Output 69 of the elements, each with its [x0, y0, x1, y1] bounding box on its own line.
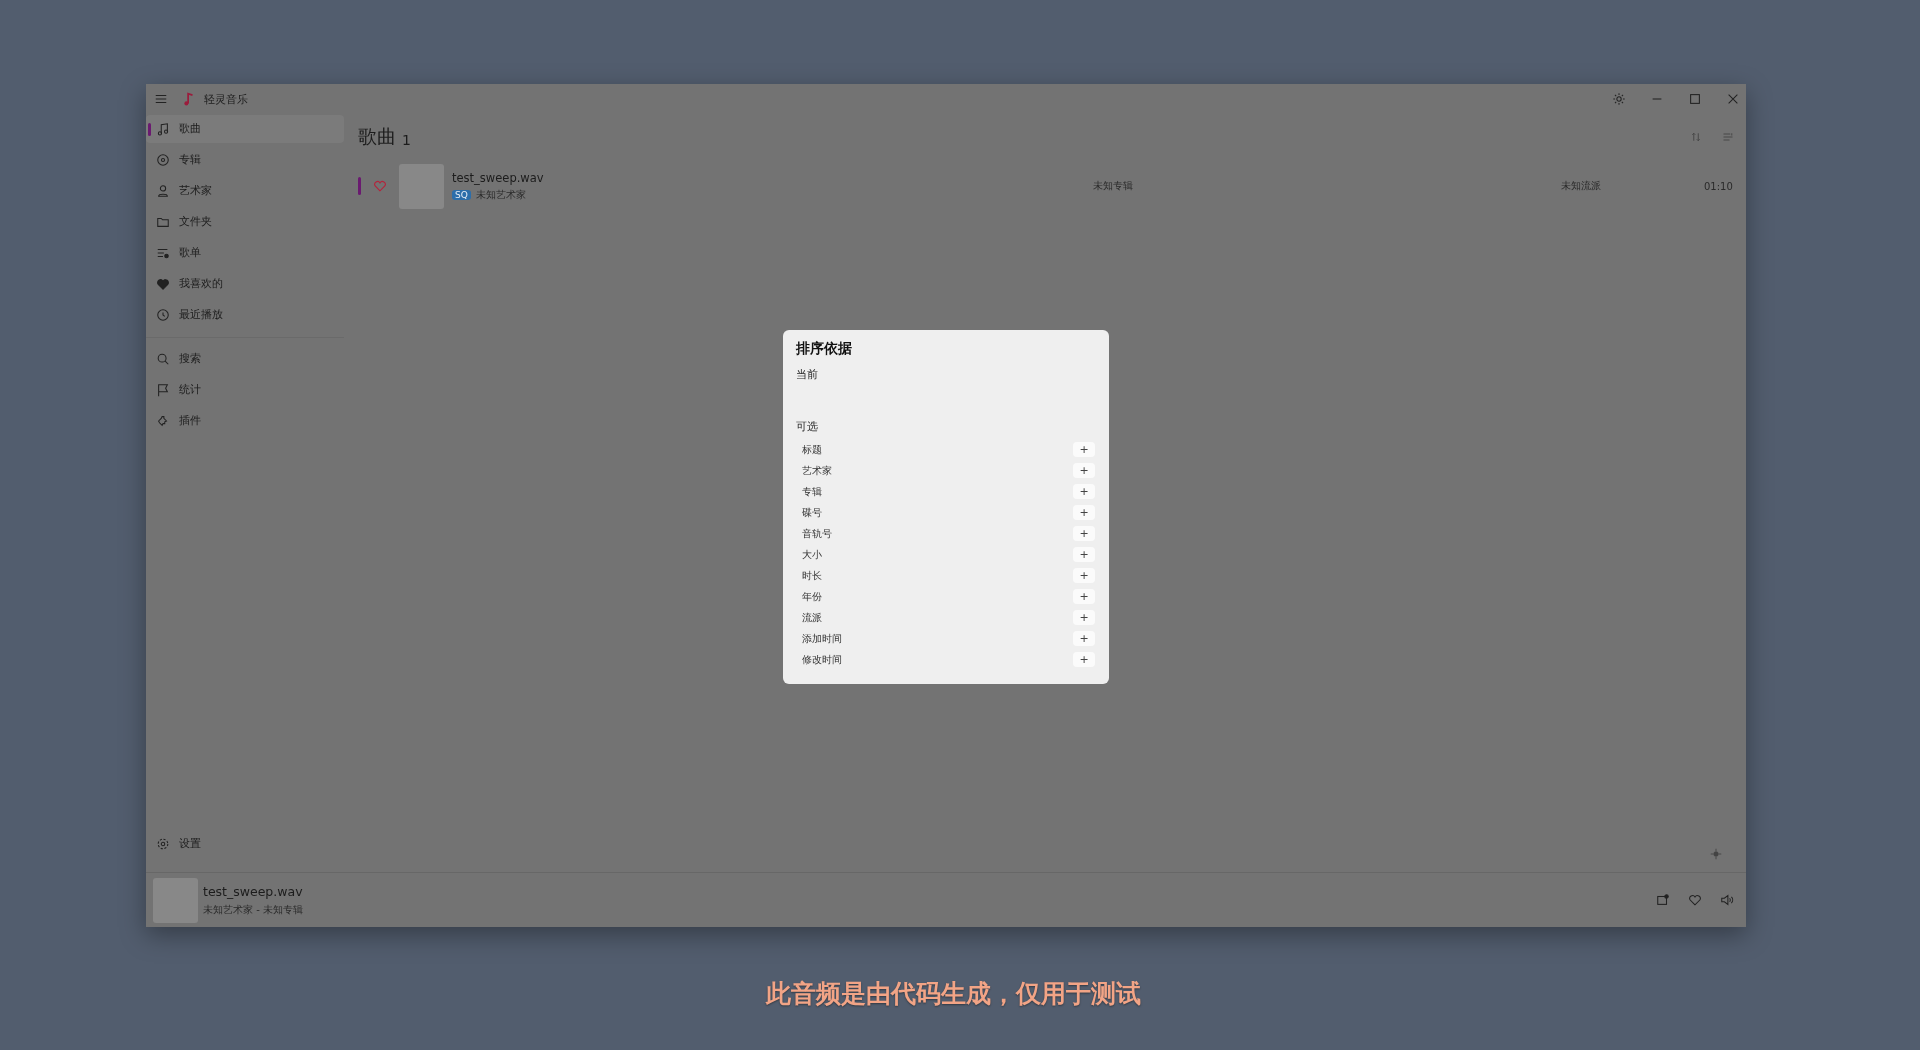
track-title: test_sweep.wav: [203, 883, 303, 899]
maximize-icon[interactable]: [1688, 92, 1702, 106]
song-row[interactable]: test_sweep.wav SQ 未知艺术家 未知专辑 未知流派 01:10: [358, 162, 1734, 210]
subtitle-caption: 此音频是由代码生成，仅用于测试: [766, 978, 1142, 1010]
search-icon: [156, 352, 170, 366]
add-button[interactable]: +: [1073, 463, 1095, 478]
sidebar-item[interactable]: 我喜欢的: [146, 270, 344, 298]
sun-icon[interactable]: [1612, 92, 1626, 106]
song-album: 未知专辑: [1093, 179, 1134, 193]
queue-icon[interactable]: [1656, 893, 1670, 907]
flag-icon: [156, 383, 170, 397]
sort-option: 流派: [802, 610, 822, 625]
music-note-icon: [156, 122, 170, 136]
sort-option: 艺术家: [802, 463, 832, 478]
add-button[interactable]: +: [1073, 631, 1095, 646]
folder-icon: [156, 215, 170, 229]
section-label: 当前: [796, 368, 819, 382]
heart-icon: [156, 277, 170, 291]
music-note-icon: [182, 92, 196, 106]
settings-icon: [156, 837, 170, 851]
page-title: 歌曲: [358, 124, 396, 149]
add-button[interactable]: +: [1073, 442, 1095, 457]
disc-icon: [156, 153, 170, 167]
sort-option: 大小: [802, 547, 822, 562]
heart-icon[interactable]: [1688, 893, 1702, 907]
sidebar-item[interactable]: 插件: [146, 407, 344, 435]
add-button[interactable]: +: [1073, 652, 1095, 667]
sidebar-item[interactable]: 歌单: [146, 239, 344, 267]
clock-icon: [156, 308, 170, 322]
sidebar-item[interactable]: 统计: [146, 376, 344, 404]
add-button[interactable]: +: [1073, 526, 1095, 541]
sort-option: 碟号: [802, 505, 822, 520]
dialog-title: 排序依据: [796, 340, 853, 358]
sort-option: 修改时间: [802, 652, 842, 667]
add-button[interactable]: +: [1073, 547, 1095, 562]
sort-option: 年份: [802, 589, 822, 604]
close-icon[interactable]: [1726, 92, 1740, 106]
sidebar-item[interactable]: 专辑: [146, 146, 344, 174]
app-title: 轻灵音乐: [204, 91, 248, 107]
sort-icon[interactable]: [1690, 131, 1702, 143]
song-count: 1: [402, 131, 411, 148]
sidebar-item[interactable]: 艺术家: [146, 177, 344, 205]
sort-option: 添加时间: [802, 631, 842, 646]
sort-option: 音轨号: [802, 526, 832, 541]
add-button[interactable]: +: [1073, 505, 1095, 520]
sort-option: 时长: [802, 568, 822, 583]
song-duration: 01:10: [1704, 180, 1733, 192]
sort-option: 专辑: [802, 484, 822, 499]
sort-option: 标题: [802, 442, 822, 457]
section-label: 可选: [796, 420, 819, 434]
quality-badge: SQ: [452, 189, 471, 200]
add-button[interactable]: +: [1073, 589, 1095, 604]
add-button[interactable]: +: [1073, 484, 1095, 499]
song-genre: 未知流派: [1561, 179, 1602, 193]
song-artist: 未知艺术家: [475, 187, 526, 202]
volume-icon[interactable]: [1720, 893, 1734, 907]
menu-icon[interactable]: [154, 92, 168, 106]
add-button[interactable]: +: [1073, 568, 1095, 583]
settings-item[interactable]: 设置: [146, 830, 344, 858]
add-button[interactable]: +: [1073, 610, 1095, 625]
sidebar-item[interactable]: 最近播放: [146, 301, 344, 329]
song-title: test_sweep.wav: [452, 170, 545, 185]
sidebar-item[interactable]: 歌曲: [146, 115, 344, 143]
playlist-icon: [156, 246, 170, 260]
locate-icon[interactable]: [1710, 848, 1722, 860]
person-icon: [156, 184, 170, 198]
sidebar-item[interactable]: 文件夹: [146, 208, 344, 236]
sidebar-item[interactable]: 搜索: [146, 345, 344, 373]
track-subtitle: 未知艺术家 - 未知专辑: [203, 902, 303, 917]
